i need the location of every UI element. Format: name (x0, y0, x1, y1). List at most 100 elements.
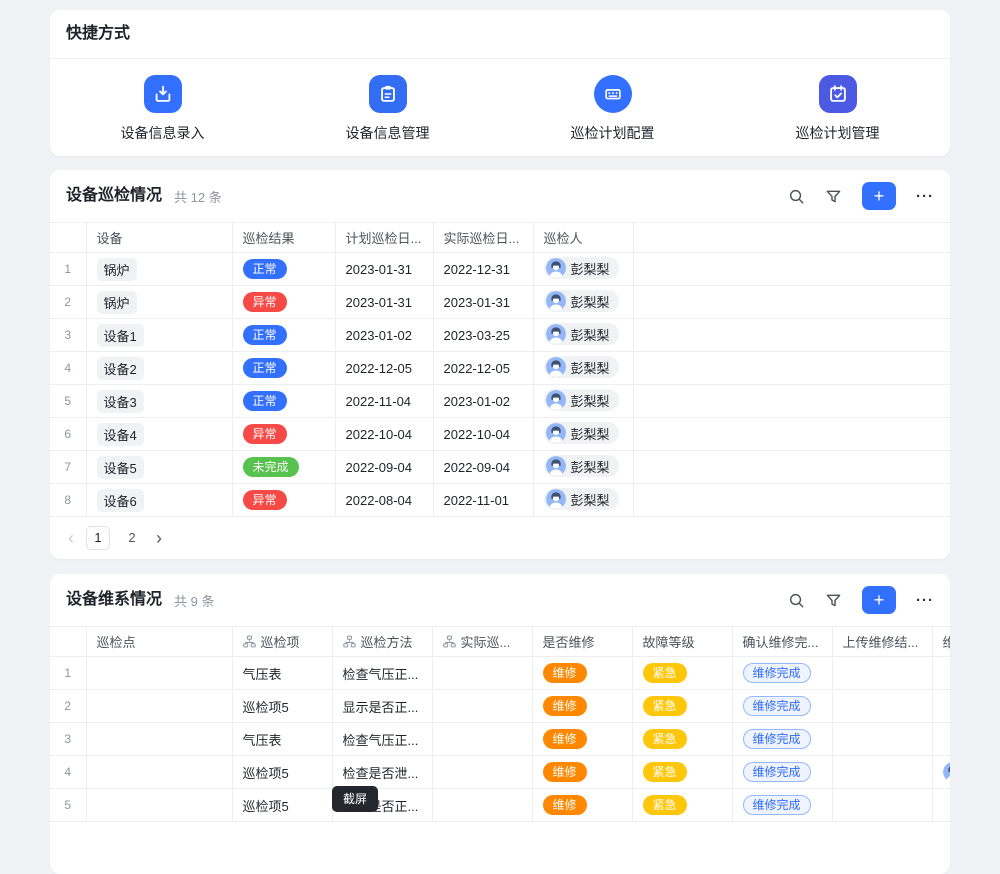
cell-level[interactable]: 紧急 (632, 756, 732, 789)
cell-point[interactable] (86, 657, 232, 690)
shortcut-plan-config[interactable]: 巡检计划配置 (500, 75, 725, 143)
cell-actual-date[interactable]: 2022-10-04 (433, 418, 533, 451)
cell-confirm[interactable]: 维修完成 (732, 756, 832, 789)
cell-method[interactable]: 检查是否泄... (332, 756, 432, 789)
cell-method[interactable]: 检查气压正... (332, 723, 432, 756)
cell-result[interactable]: 异常 (232, 286, 335, 319)
cell-confirm[interactable]: 维修完成 (732, 723, 832, 756)
cell-actual-date[interactable]: 2022-09-04 (433, 451, 533, 484)
cell-item[interactable]: 巡检项5 (232, 789, 332, 822)
cell-actual-date[interactable]: 2022-11-01 (433, 484, 533, 517)
cell-confirm[interactable]: 维修完成 (732, 690, 832, 723)
cell-inspector[interactable]: 彭梨梨 (533, 286, 633, 319)
cell-actual[interactable] (432, 690, 532, 723)
cell-device[interactable]: 锅炉 (86, 253, 232, 286)
cell-device[interactable]: 设备1 (86, 319, 232, 352)
cell-inspector[interactable]: 彭梨梨 (533, 451, 633, 484)
cell-actual[interactable] (432, 789, 532, 822)
cell-planned-date[interactable]: 2022-08-04 (335, 484, 433, 517)
filter-icon[interactable] (825, 188, 842, 205)
cell-repairer[interactable] (932, 690, 950, 723)
next-page-button[interactable]: › (154, 527, 164, 549)
cell-result[interactable]: 未完成 (232, 451, 335, 484)
cell-actual[interactable] (432, 723, 532, 756)
cell-item[interactable]: 气压表 (232, 723, 332, 756)
page-1-button[interactable]: 1 (86, 526, 110, 550)
cell-repairer[interactable] (932, 657, 950, 690)
cell-repair[interactable]: 维修 (532, 756, 632, 789)
cell-point[interactable] (86, 789, 232, 822)
cell-item[interactable]: 气压表 (232, 657, 332, 690)
cell-inspector[interactable]: 彭梨梨 (533, 319, 633, 352)
cell-inspector[interactable]: 彭梨梨 (533, 484, 633, 517)
shortcut-device-manage[interactable]: 设备信息管理 (275, 75, 500, 143)
cell-result[interactable]: 异常 (232, 484, 335, 517)
cell-actual-date[interactable]: 2023-03-25 (433, 319, 533, 352)
cell-level[interactable]: 紧急 (632, 789, 732, 822)
cell-confirm[interactable]: 维修完成 (732, 789, 832, 822)
cell-actual-date[interactable]: 2023-01-02 (433, 385, 533, 418)
cell-actual-date[interactable]: 2022-12-31 (433, 253, 533, 286)
cell-device[interactable]: 设备5 (86, 451, 232, 484)
search-icon[interactable] (788, 188, 805, 205)
cell-inspector[interactable]: 彭梨梨 (533, 253, 633, 286)
cell-upload[interactable] (832, 690, 932, 723)
cell-planned-date[interactable]: 2022-09-04 (335, 451, 433, 484)
cell-repair[interactable]: 维修 (532, 723, 632, 756)
cell-result[interactable]: 正常 (232, 352, 335, 385)
cell-planned-date[interactable]: 2022-12-05 (335, 352, 433, 385)
add-record-button[interactable]: + (862, 182, 896, 210)
cell-repair[interactable]: 维修 (532, 690, 632, 723)
cell-inspector[interactable]: 彭梨梨 (533, 385, 633, 418)
cell-planned-date[interactable]: 2023-01-31 (335, 286, 433, 319)
cell-point[interactable] (86, 690, 232, 723)
cell-planned-date[interactable]: 2023-01-31 (335, 253, 433, 286)
add-record-button[interactable]: + (862, 586, 896, 614)
prev-page-button[interactable]: ‹ (66, 527, 76, 549)
cell-repairer[interactable] (932, 789, 950, 822)
cell-upload[interactable] (832, 723, 932, 756)
cell-method[interactable]: 显示是否正... (332, 690, 432, 723)
cell-level[interactable]: 紧急 (632, 690, 732, 723)
shortcut-device-entry[interactable]: 设备信息录入 (50, 75, 275, 143)
cell-upload[interactable] (832, 657, 932, 690)
cell-upload[interactable] (832, 789, 932, 822)
cell-upload[interactable] (832, 756, 932, 789)
cell-actual[interactable] (432, 657, 532, 690)
cell-inspector[interactable]: 彭梨梨 (533, 352, 633, 385)
cell-result[interactable]: 正常 (232, 385, 335, 418)
search-icon[interactable] (788, 592, 805, 609)
more-menu-icon[interactable]: ··· (916, 592, 934, 609)
cell-repair[interactable]: 维修 (532, 789, 632, 822)
cell-inspector[interactable]: 彭梨梨 (533, 418, 633, 451)
cell-planned-date[interactable]: 2022-10-04 (335, 418, 433, 451)
cell-repairer[interactable] (932, 756, 950, 789)
cell-actual-date[interactable]: 2023-01-31 (433, 286, 533, 319)
cell-result[interactable]: 正常 (232, 319, 335, 352)
cell-point[interactable] (86, 756, 232, 789)
cell-actual-date[interactable]: 2022-12-05 (433, 352, 533, 385)
more-menu-icon[interactable]: ··· (916, 188, 934, 205)
cell-level[interactable]: 紧急 (632, 657, 732, 690)
page-2-button[interactable]: 2 (120, 526, 144, 550)
cell-confirm[interactable]: 维修完成 (732, 657, 832, 690)
cell-device[interactable]: 设备3 (86, 385, 232, 418)
cell-repair[interactable]: 维修 (532, 657, 632, 690)
shortcut-plan-manage[interactable]: 巡检计划管理 (725, 75, 950, 143)
cell-result[interactable]: 异常 (232, 418, 335, 451)
cell-device[interactable]: 设备6 (86, 484, 232, 517)
cell-method[interactable]: 检查气压正... (332, 657, 432, 690)
filter-icon[interactable] (825, 592, 842, 609)
cell-actual[interactable] (432, 756, 532, 789)
cell-device[interactable]: 设备2 (86, 352, 232, 385)
cell-device[interactable]: 锅炉 (86, 286, 232, 319)
cell-item[interactable]: 巡检项5 (232, 756, 332, 789)
cell-device[interactable]: 设备4 (86, 418, 232, 451)
cell-planned-date[interactable]: 2023-01-02 (335, 319, 433, 352)
cell-item[interactable]: 巡检项5 (232, 690, 332, 723)
cell-level[interactable]: 紧急 (632, 723, 732, 756)
cell-repairer[interactable] (932, 723, 950, 756)
cell-point[interactable] (86, 723, 232, 756)
cell-result[interactable]: 正常 (232, 253, 335, 286)
cell-planned-date[interactable]: 2022-11-04 (335, 385, 433, 418)
